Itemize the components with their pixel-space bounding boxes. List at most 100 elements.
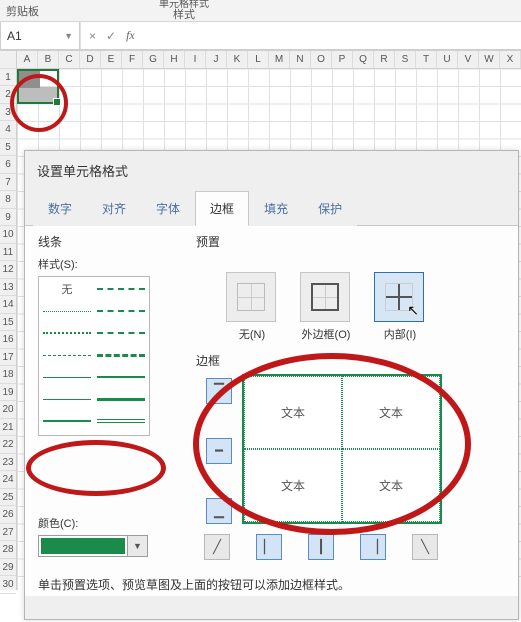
row-header[interactable]: 11 [0, 244, 16, 262]
row-header[interactable]: 30 [0, 576, 16, 594]
row-header[interactable]: 6 [0, 156, 16, 174]
row-header[interactable]: 20 [0, 401, 16, 419]
border-preview[interactable]: 文本 文本 文本 文本 [242, 374, 442, 524]
row-header[interactable]: 5 [0, 139, 16, 157]
column-header[interactable]: O [311, 51, 332, 68]
line-style-swatch[interactable] [43, 355, 91, 356]
column-header[interactable]: J [206, 51, 227, 68]
column-header[interactable]: A [17, 51, 38, 68]
hint-text: 单击预置选项、预览草图及上面的按钮可以添加边框样式。 [38, 576, 350, 593]
border-diag-down-button[interactable]: ╲ [412, 534, 438, 560]
column-header[interactable]: M [269, 51, 290, 68]
row-header[interactable]: 12 [0, 261, 16, 279]
tab-4[interactable]: 填充 [249, 191, 303, 226]
border-middle-v-button[interactable]: ┃ [308, 534, 334, 560]
column-headers[interactable]: ABCDEFGHIJKLMNOPQRSTUVWX [17, 51, 521, 69]
line-style-swatch[interactable] [43, 332, 91, 334]
column-header[interactable]: K [227, 51, 248, 68]
row-header[interactable]: 7 [0, 174, 16, 192]
styles-group-label: 样式 [173, 10, 195, 21]
line-style-swatch[interactable] [43, 399, 91, 400]
column-header[interactable]: I [185, 51, 206, 68]
fx-icon[interactable]: fx [126, 28, 135, 43]
accept-formula-icon[interactable]: ✓ [106, 29, 116, 43]
column-header[interactable]: R [374, 51, 395, 68]
column-header[interactable]: T [416, 51, 437, 68]
line-style-swatch[interactable] [97, 398, 145, 401]
column-header[interactable]: D [80, 51, 101, 68]
line-style-swatches[interactable]: 无 [38, 276, 150, 436]
row-header[interactable]: 27 [0, 524, 16, 542]
column-header[interactable]: E [101, 51, 122, 68]
column-header[interactable]: L [248, 51, 269, 68]
line-style-swatch[interactable] [43, 420, 91, 422]
preset-none-button[interactable] [226, 272, 276, 322]
row-header[interactable]: 14 [0, 296, 16, 314]
column-header[interactable]: C [59, 51, 80, 68]
border-bottom-button[interactable]: ▁ [206, 498, 232, 524]
line-style-none[interactable]: 无 [43, 281, 91, 297]
column-header[interactable]: Q [353, 51, 374, 68]
formula-bar[interactable]: × ✓ fx [80, 22, 521, 49]
tab-2[interactable]: 字体 [141, 191, 195, 226]
row-header[interactable]: 9 [0, 209, 16, 227]
column-header[interactable]: W [479, 51, 500, 68]
column-header[interactable]: P [332, 51, 353, 68]
line-style-swatch[interactable] [97, 310, 145, 312]
row-header[interactable]: 21 [0, 419, 16, 437]
column-header[interactable]: B [38, 51, 59, 68]
cancel-formula-icon[interactable]: × [89, 29, 96, 43]
column-header[interactable]: U [437, 51, 458, 68]
row-header[interactable]: 29 [0, 559, 16, 577]
border-middle-h-button[interactable]: ━ [206, 438, 232, 464]
row-header[interactable]: 1 [0, 69, 16, 87]
border-left-button[interactable]: ▏ [256, 534, 282, 560]
row-header[interactable]: 19 [0, 384, 16, 402]
line-style-swatch[interactable] [97, 354, 145, 357]
select-all-corner[interactable] [0, 51, 16, 69]
line-style-swatch[interactable] [97, 288, 145, 290]
name-box-dropdown-icon[interactable]: ▼ [64, 31, 73, 41]
border-top-button[interactable]: ▔ [206, 378, 232, 404]
row-header[interactable]: 2 [0, 86, 16, 104]
column-header[interactable]: F [122, 51, 143, 68]
row-header[interactable]: 10 [0, 226, 16, 244]
row-header[interactable]: 18 [0, 366, 16, 384]
tab-1[interactable]: 对齐 [87, 191, 141, 226]
row-header[interactable]: 26 [0, 506, 16, 524]
border-right-button[interactable]: ▕ [360, 534, 386, 560]
column-header[interactable]: X [500, 51, 521, 68]
color-dropdown-icon[interactable]: ▼ [127, 536, 147, 556]
name-box[interactable]: A1 ▼ [0, 22, 80, 49]
column-header[interactable]: S [395, 51, 416, 68]
tab-0[interactable]: 数字 [33, 191, 87, 226]
row-header[interactable]: 15 [0, 314, 16, 332]
row-header[interactable]: 28 [0, 541, 16, 559]
column-header[interactable]: G [143, 51, 164, 68]
row-header[interactable]: 22 [0, 436, 16, 454]
line-style-swatch[interactable] [43, 311, 91, 312]
column-header[interactable]: H [164, 51, 185, 68]
row-header[interactable]: 3 [0, 104, 16, 122]
column-header[interactable]: V [458, 51, 479, 68]
line-style-swatch[interactable] [97, 376, 145, 378]
row-header[interactable]: 23 [0, 454, 16, 472]
color-picker[interactable]: ▼ [38, 535, 148, 557]
line-style-swatch[interactable] [43, 377, 91, 378]
line-style-swatch[interactable] [97, 332, 145, 334]
row-header[interactable]: 8 [0, 191, 16, 209]
row-header[interactable]: 25 [0, 489, 16, 507]
row-headers[interactable]: 1234567891011121314151617181920212223242… [0, 51, 17, 590]
column-header[interactable]: N [290, 51, 311, 68]
tab-3[interactable]: 边框 [195, 191, 249, 226]
row-header[interactable]: 16 [0, 331, 16, 349]
row-header[interactable]: 24 [0, 471, 16, 489]
line-style-swatch[interactable] [97, 419, 145, 423]
border-diag-up-button[interactable]: ╱ [204, 534, 230, 560]
preset-inside-button[interactable]: ↖ [374, 272, 424, 322]
row-header[interactable]: 4 [0, 121, 16, 139]
row-header[interactable]: 13 [0, 279, 16, 297]
tab-5[interactable]: 保护 [303, 191, 357, 226]
preset-outline-button[interactable] [300, 272, 350, 322]
row-header[interactable]: 17 [0, 349, 16, 367]
